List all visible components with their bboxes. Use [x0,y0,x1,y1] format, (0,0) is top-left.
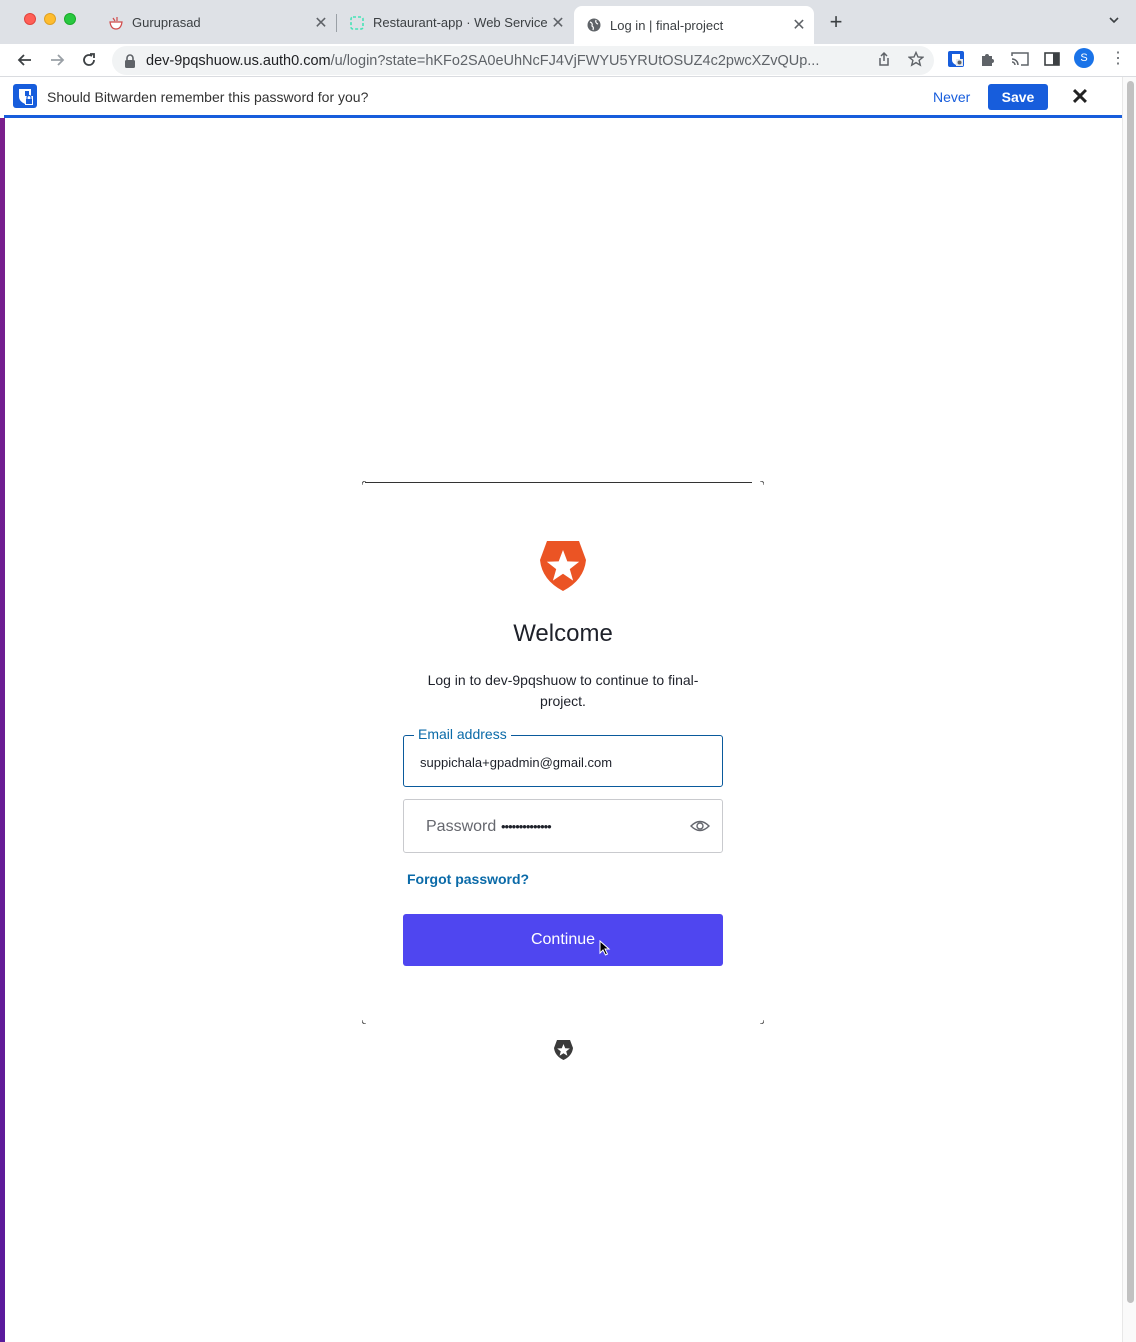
tab-guruprasad[interactable]: Guruprasad ✕ [96,6,336,39]
extensions-puzzle-icon[interactable] [978,49,998,69]
close-window-button[interactable] [24,13,36,25]
back-arrow-icon[interactable] [13,48,37,72]
globe-icon [586,17,602,33]
tab-title: Guruprasad [132,15,201,30]
card-corner [362,481,366,485]
card-corner [362,1020,366,1024]
password-label: Password [426,818,497,835]
bitwarden-extension-icon[interactable] [946,49,966,69]
show-password-eye-icon[interactable] [690,817,710,835]
page-title: Welcome [513,620,613,647]
tab-log-in-final-project[interactable]: Log in | final-project ✕ [574,6,814,44]
continue-label: Continue [530,931,596,948]
tab-restaurant-app[interactable]: Restaurant-app · Web Service ✕ [337,6,573,39]
password-value[interactable]: •••••••••••••• [501,819,552,834]
more-menu-icon[interactable]: ⋮ [1110,48,1126,68]
continue-button[interactable]: Continue [403,914,723,966]
browser-window: Guruprasad ✕ Restaurant-app · Web Servic… [0,0,1136,1342]
bookmark-star-icon[interactable] [906,49,926,69]
save-button[interactable]: Save [988,84,1048,110]
minimize-window-button[interactable] [44,13,56,25]
forward-arrow-icon[interactable] [45,48,69,72]
new-tab-button[interactable]: + [826,10,846,34]
url-text: dev-9pqshuow.us.auth0.com/u/login?state=… [146,53,836,69]
bitwarden-prompt: Should Bitwarden remember this password … [47,89,369,105]
login-subtitle: Log in to dev-9pqshuow to continue to fi… [427,672,699,709]
email-field[interactable]: Email address suppichala+gpadmin@gmail.c… [403,726,723,787]
tab-title: Log in | final-project [610,17,724,33]
profile-avatar[interactable]: S [1074,48,1094,68]
lock-icon[interactable] [124,53,136,68]
page-left-border [0,118,5,1342]
render-icon [349,15,365,31]
never-button[interactable]: Never [933,89,970,105]
url-path: /u/login?state=hKFo2SA0eUhNcFJ4VjFWYU5YR… [330,52,820,69]
scrollbar-thumb[interactable] [1127,81,1134,1303]
close-tab-icon[interactable]: ✕ [790,15,808,35]
share-icon[interactable] [874,49,894,69]
close-icon[interactable]: ✕ [1070,85,1090,109]
close-tab-icon[interactable]: ✕ [549,13,567,33]
bitwarden-logo-icon [13,84,37,108]
tab-search-chevron-icon[interactable] [1108,13,1120,29]
auth0-shield-logo-icon [538,540,588,592]
mouse-cursor-icon [599,940,611,956]
reload-icon[interactable] [77,48,101,72]
password-field[interactable]: Password •••••••••••••• [403,799,723,853]
bowl-icon [108,15,124,31]
close-tab-icon[interactable]: ✕ [312,13,330,33]
page-scrollbar[interactable] [1122,77,1136,1342]
tab-strip: Guruprasad ✕ Restaurant-app · Web Servic… [0,0,1136,44]
email-label: Email address [414,726,511,742]
tab-title: Restaurant-app · Web Service [373,15,548,30]
side-panel-icon[interactable] [1042,49,1062,69]
address-bar[interactable]: dev-9pqshuow.us.auth0.com/u/login?state=… [112,46,934,75]
card-corner [760,1020,764,1024]
bitwarden-save-bar: Should Bitwarden remember this password … [4,77,1122,118]
maximize-window-button[interactable] [64,13,76,25]
card-top-border [365,482,752,483]
email-value[interactable]: suppichala+gpadmin@gmail.com [420,755,612,770]
url-host: dev-9pqshuow.us.auth0.com [146,52,331,69]
forgot-password-link[interactable]: Forgot password? [407,871,529,887]
auth0-footer-badge-icon [553,1039,574,1061]
card-corner [760,481,764,485]
cast-icon[interactable] [1010,49,1030,69]
